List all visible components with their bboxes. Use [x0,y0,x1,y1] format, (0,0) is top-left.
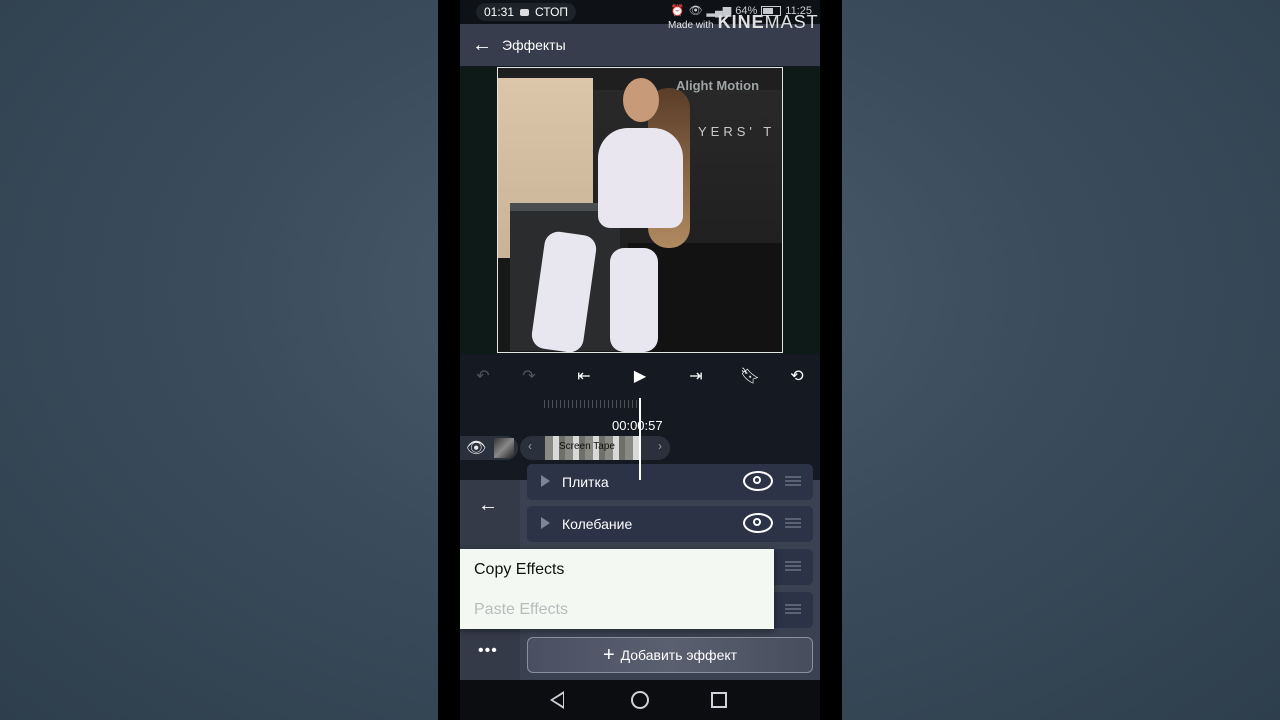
playhead[interactable] [639,398,641,480]
clip-trim-left[interactable]: ‹ [528,439,532,453]
app-screen: 01:31 СТОП ⏰ 👁 ▂▄▆ 64% 11:25 Made with K… [460,0,820,720]
effect-row[interactable]: Колебание [527,506,813,542]
chat-icon [520,8,530,16]
play-icon: ▶ [633,368,647,385]
preview-area: Alight Motion YERS' T [460,66,820,354]
expand-icon[interactable] [541,517,550,529]
timecode: 00:00:57 [612,418,663,433]
video-preview[interactable]: Alight Motion YERS' T [497,67,783,353]
drag-handle-icon[interactable] [785,561,801,571]
drag-handle-icon[interactable] [785,604,801,614]
undo-button[interactable]: ↶ [468,362,498,390]
watermark-brand-bold: KINE [717,12,765,32]
loop-preview-icon: ⟲ [790,368,804,385]
preview-figure-head [623,78,659,122]
call-stop: СТОП [535,5,569,19]
clip-label: Screen Tape [559,441,615,452]
call-indicator[interactable]: 01:31 СТОП [476,3,577,21]
watermark-brand-light: MASTER [764,12,820,32]
redo-icon: ↷ [522,368,536,385]
nav-home-icon[interactable] [631,691,649,709]
bookmark-button[interactable]: 🔖︎ [735,362,765,390]
redo-button[interactable]: ↷ [514,362,544,390]
effect-row[interactable]: Плитка [527,464,813,500]
watermark-made-with: Made with [668,20,714,31]
transport-controls: ↶ ↷ ⇤ ▶ ⇥ 🔖︎ ⟲ [460,354,820,398]
expand-icon[interactable] [541,475,550,487]
skip-to-end-icon: ⇥ [689,368,703,385]
skip-to-start-icon: ⇤ [577,368,591,385]
track-thumbnail [494,438,514,458]
kinemaster-watermark: Made with KINE MASTER [668,12,820,33]
preview-boot-right [610,248,658,352]
copy-effects-menu-item[interactable]: Copy Effects [474,561,564,579]
more-options-button[interactable]: ••• [478,642,498,660]
clip-trim-right[interactable]: › [658,439,662,453]
add-effect-button[interactable]: + Добавить эффект [527,637,813,673]
alight-motion-watermark: Alight Motion [676,78,760,93]
drag-handle-icon[interactable] [785,518,801,528]
play-button[interactable]: ▶ [625,362,655,390]
visibility-eye-icon[interactable] [743,471,773,491]
timeline-ruler [544,400,640,408]
arrow-left-icon: ← [478,494,498,516]
video-clip[interactable]: Screen Tape [545,436,640,460]
preview-sign-text: YERS' T [698,124,776,139]
panel-back-button[interactable]: ← [478,494,498,517]
skip-to-start-button[interactable]: ⇤ [569,362,599,390]
clip-container: ‹ Screen Tape › [520,436,670,460]
context-menu: Copy Effects Paste Effects [460,549,774,629]
paste-effects-menu-item: Paste Effects [474,601,568,618]
plus-icon: + [602,644,615,666]
arrow-left-icon: ← [472,33,492,56]
eye-icon: 👁 [466,440,487,457]
nav-back-icon[interactable] [550,691,564,709]
loop-preview-button[interactable]: ⟲ [782,362,812,390]
visibility-eye-icon[interactable] [743,513,773,533]
back-button[interactable]: ← [462,24,502,66]
drag-handle-icon[interactable] [785,476,801,486]
page-title: Эффекты [502,37,566,53]
track-visibility[interactable]: 👁 [460,436,518,460]
effect-name: Колебание [562,516,633,532]
nav-recents-icon[interactable] [711,692,727,708]
phone-frame: 01:31 СТОП ⏰ 👁 ▂▄▆ 64% 11:25 Made with K… [438,0,842,720]
add-effect-label: Добавить эффект [620,647,738,663]
preview-figure-body [598,128,683,228]
skip-to-end-button[interactable]: ⇥ [681,362,711,390]
system-nav-bar [460,680,820,720]
effect-name: Плитка [562,474,609,490]
call-time: 01:31 [484,5,515,19]
undo-icon: ↶ [476,368,490,385]
bookmark-add-icon: 🔖︎ [739,368,761,385]
